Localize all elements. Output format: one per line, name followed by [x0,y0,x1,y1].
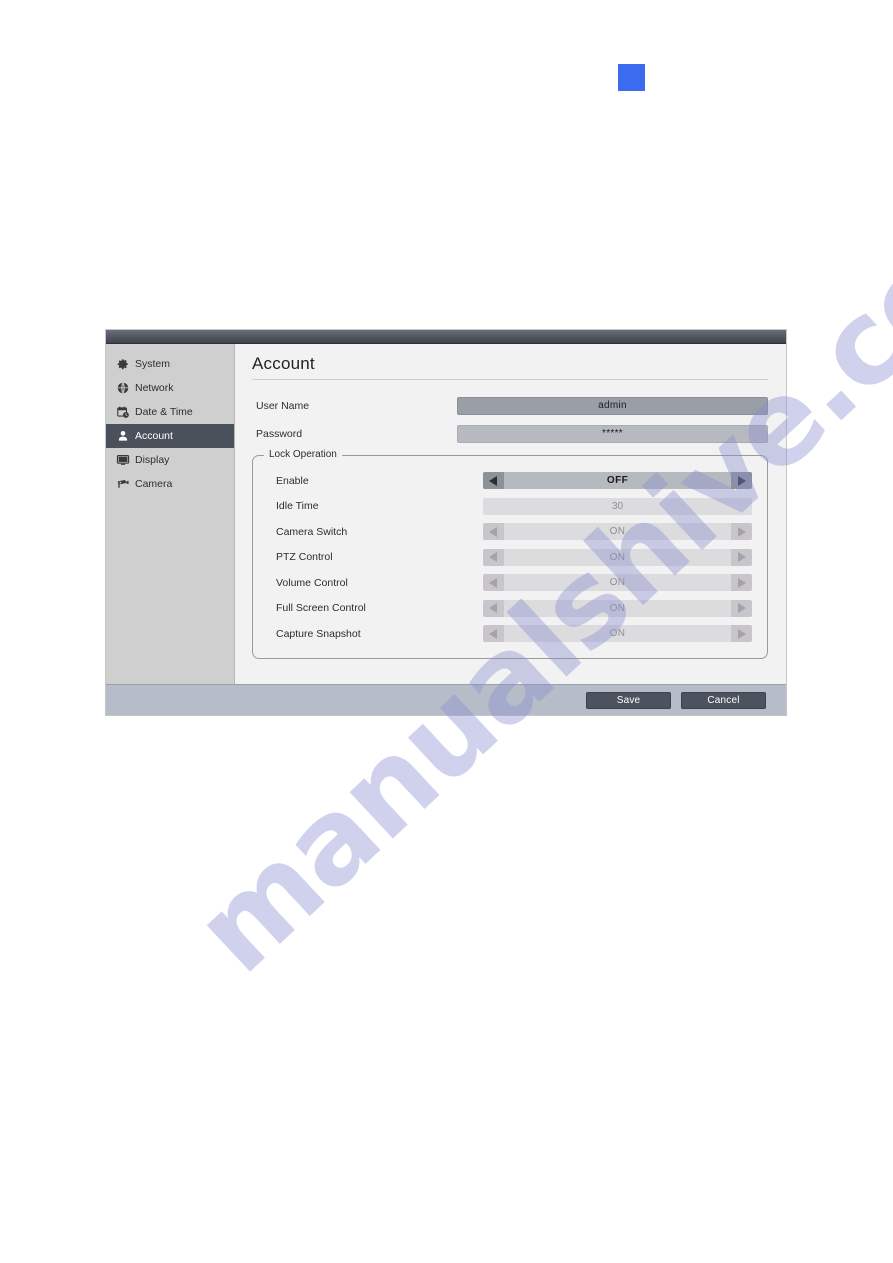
lock-row-enable: Enable OFF [276,468,752,494]
full-screen-control-value: ON [609,602,626,614]
save-button[interactable]: Save [586,691,671,709]
full-screen-control-spinner[interactable]: ON [483,599,752,617]
network-globe-icon [115,381,130,396]
lock-row-capture-snapshot: Capture Snapshot ON [276,621,752,647]
volume-control-spinner[interactable]: ON [483,574,752,592]
chevron-right-icon[interactable] [731,625,752,643]
sidebar-item-label: System [135,358,171,370]
username-label: User Name [256,399,310,412]
camera-switch-value: ON [609,526,626,538]
chevron-right-icon[interactable] [731,574,752,592]
window-body: System Network Date & Time Account Displ… [106,344,786,684]
chevron-left-icon[interactable] [483,472,504,490]
lock-row-full-screen-control: Full Screen Control ON [276,596,752,622]
sidebar-item-label: Account [135,430,173,442]
enable-spinner[interactable]: OFF [483,472,752,490]
chevron-right-icon[interactable] [731,599,752,617]
gear-icon [115,357,130,372]
sidebar-item-label: Display [135,454,170,466]
page-root: manualshive.com System Network Date & Ti… [0,0,893,1263]
ptz-control-label: PTZ Control [276,551,333,564]
idle-time-label: Idle Time [276,500,319,513]
lock-row-ptz-control: PTZ Control ON [276,545,752,571]
username-input[interactable]: admin [457,396,768,415]
camera-icon [115,477,130,492]
settings-window: System Network Date & Time Account Displ… [106,330,786,715]
capture-snapshot-spinner[interactable]: ON [483,625,752,643]
chevron-right-icon[interactable] [731,523,752,541]
title-divider [252,379,768,380]
camera-switch-label: Camera Switch [276,525,348,538]
password-input[interactable]: ***** [457,424,768,443]
user-icon [115,429,130,444]
sidebar-item-label: Camera [135,478,173,490]
sidebar-item-label: Network [135,382,174,394]
chevron-left-icon[interactable] [483,574,504,592]
sidebar-item-network[interactable]: Network [106,376,234,400]
content-panel: Account User Name admin Password ***** L… [235,344,786,684]
lock-row-volume-control: Volume Control ON [276,570,752,596]
window-footer: Save Cancel [106,684,786,715]
chevron-left-icon[interactable] [483,625,504,643]
chevron-left-icon[interactable] [483,599,504,617]
sidebar-item-label: Date & Time [135,406,193,418]
lock-row-camera-switch: Camera Switch ON [276,519,752,545]
monitor-icon [115,453,130,468]
form-row-password: Password ***** [252,421,768,446]
sidebar-item-system[interactable]: System [106,352,234,376]
ptz-control-spinner[interactable]: ON [483,548,752,566]
calendar-clock-icon [115,405,130,420]
enable-value: OFF [606,475,629,487]
enable-label: Enable [276,474,309,487]
sidebar-item-display[interactable]: Display [106,448,234,472]
full-screen-control-label: Full Screen Control [276,602,366,615]
chevron-right-icon[interactable] [731,548,752,566]
page-title: Account [252,354,315,373]
lock-row-idle-time: Idle Time 30 [276,494,752,520]
window-titlebar [106,330,786,344]
ptz-control-value: ON [609,551,626,563]
capture-snapshot-value: ON [609,628,626,640]
chevron-left-icon[interactable] [483,523,504,541]
volume-control-label: Volume Control [276,576,348,589]
sidebar-item-camera[interactable]: Camera [106,472,234,496]
lock-operation-group: Lock Operation Enable OFF Idle Time 30 C… [252,449,768,659]
sidebar: System Network Date & Time Account Displ… [106,344,235,684]
password-label: Password [256,427,303,440]
camera-switch-spinner[interactable]: ON [483,523,752,541]
sidebar-item-date-time[interactable]: Date & Time [106,400,234,424]
lock-operation-legend: Lock Operation [264,449,342,460]
chevron-left-icon[interactable] [483,548,504,566]
sidebar-item-account[interactable]: Account [106,424,234,448]
idle-time-input[interactable]: 30 [483,497,752,515]
volume-control-value: ON [609,577,626,589]
cancel-button[interactable]: Cancel [681,691,766,709]
form-row-username: User Name admin [252,393,768,418]
blue-square-marker [618,64,645,91]
chevron-right-icon[interactable] [731,472,752,490]
capture-snapshot-label: Capture Snapshot [276,627,361,640]
